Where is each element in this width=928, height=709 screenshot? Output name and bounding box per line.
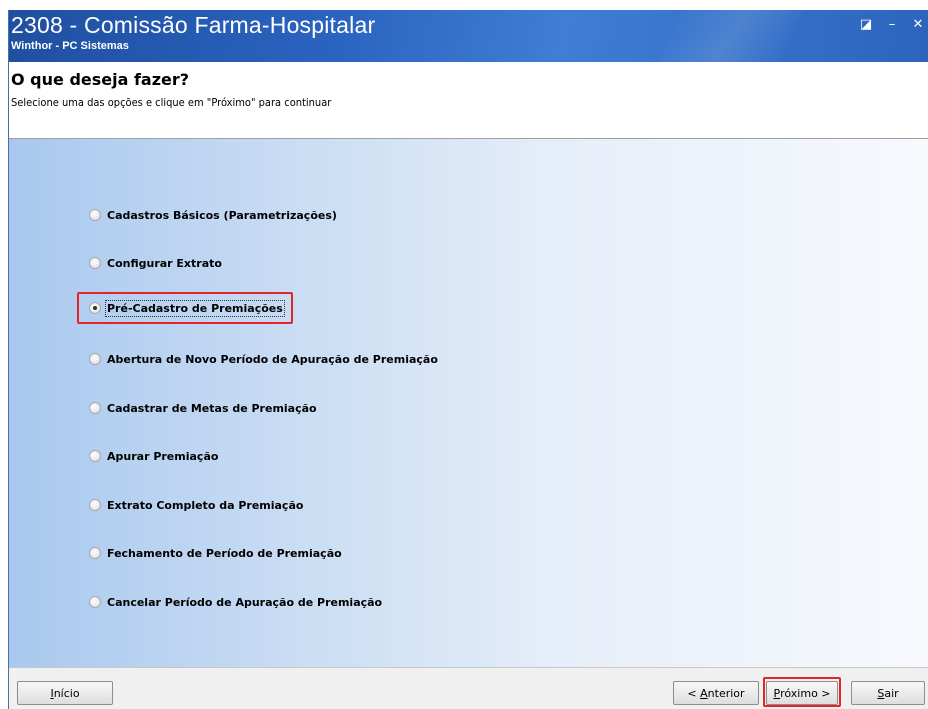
page-title: O que deseja fazer? bbox=[11, 70, 190, 89]
anterior-button[interactable]: < Anterior bbox=[673, 681, 759, 705]
option-label: Pré-Cadastro de Premiações bbox=[105, 299, 285, 317]
sair-label: air bbox=[884, 686, 899, 700]
proximo-label: róximo > bbox=[780, 686, 831, 700]
radio-button[interactable] bbox=[89, 353, 101, 365]
restore-icon[interactable]: ◪ bbox=[855, 16, 877, 34]
proximo-mnemonic: P bbox=[773, 686, 781, 700]
minimize-icon[interactable]: – bbox=[881, 16, 903, 34]
option-abertura-novo-periodo[interactable]: Abertura de Novo Período de Apuração de … bbox=[89, 349, 438, 369]
radio-button[interactable] bbox=[89, 499, 101, 511]
radio-button[interactable] bbox=[89, 257, 101, 269]
option-label: Abertura de Novo Período de Apuração de … bbox=[107, 352, 438, 366]
option-extrato-completo[interactable]: Extrato Completo da Premiação bbox=[89, 495, 303, 515]
close-icon[interactable]: ✕ bbox=[907, 16, 928, 34]
options-panel: Cadastros Básicos (Parametrizações) Conf… bbox=[9, 139, 928, 667]
window-title: 2308 - Comissão Farma-Hospitalar bbox=[11, 12, 376, 38]
anterior-prefix: < bbox=[687, 686, 701, 700]
sair-mnemonic: S bbox=[877, 686, 885, 700]
radio-button[interactable] bbox=[89, 596, 101, 608]
option-label: Configurar Extrato bbox=[107, 256, 222, 270]
option-label: Extrato Completo da Premiação bbox=[107, 498, 304, 512]
radio-button-selected[interactable] bbox=[89, 302, 101, 314]
option-label: Cadastros Básicos (Parametrizações) bbox=[107, 208, 337, 222]
option-fechamento-periodo[interactable]: Fechamento de Período de Premiação bbox=[89, 543, 342, 563]
option-apurar-premiacao[interactable]: Apurar Premiação bbox=[89, 446, 218, 466]
proximo-button[interactable]: Próximo > bbox=[766, 681, 838, 705]
option-cancelar-periodo[interactable]: Cancelar Período de Apuração de Premiaçã… bbox=[89, 592, 382, 612]
option-configurar-extrato[interactable]: Configurar Extrato bbox=[89, 253, 222, 273]
wizard-header: O que deseja fazer? Selecione uma das op… bbox=[9, 62, 928, 139]
radio-button[interactable] bbox=[89, 402, 101, 414]
option-label: Cadastrar de Metas de Premiação bbox=[107, 401, 317, 415]
window-controls: ◪ – ✕ bbox=[855, 16, 928, 34]
option-cadastros-basicos[interactable]: Cadastros Básicos (Parametrizações) bbox=[89, 205, 337, 225]
anterior-mnemonic: A bbox=[700, 686, 708, 700]
window-subtitle: Winthor - PC Sistemas bbox=[11, 40, 129, 52]
option-cadastrar-metas[interactable]: Cadastrar de Metas de Premiação bbox=[89, 398, 317, 418]
option-pre-cadastro-premiacoes[interactable]: Pré-Cadastro de Premiações bbox=[89, 298, 285, 318]
wizard-window: 2308 - Comissão Farma-Hospitalar Winthor… bbox=[8, 10, 928, 709]
wizard-footer: Início < Anterior Próximo > Sair bbox=[9, 667, 928, 709]
inicio-label: nício bbox=[53, 686, 80, 700]
radio-button[interactable] bbox=[89, 547, 101, 559]
page-instructions: Selecione uma das opções e clique em "Pr… bbox=[11, 96, 332, 109]
radio-button[interactable] bbox=[89, 209, 101, 221]
option-label: Apurar Premiação bbox=[107, 449, 219, 463]
sair-button[interactable]: Sair bbox=[851, 681, 925, 705]
title-bar[interactable]: 2308 - Comissão Farma-Hospitalar Winthor… bbox=[9, 10, 928, 62]
anterior-label: nterior bbox=[707, 686, 745, 700]
option-label: Cancelar Período de Apuração de Premiaçã… bbox=[107, 595, 383, 609]
option-label: Fechamento de Período de Premiação bbox=[107, 546, 342, 560]
inicio-button[interactable]: Início bbox=[17, 681, 113, 705]
radio-button[interactable] bbox=[89, 450, 101, 462]
